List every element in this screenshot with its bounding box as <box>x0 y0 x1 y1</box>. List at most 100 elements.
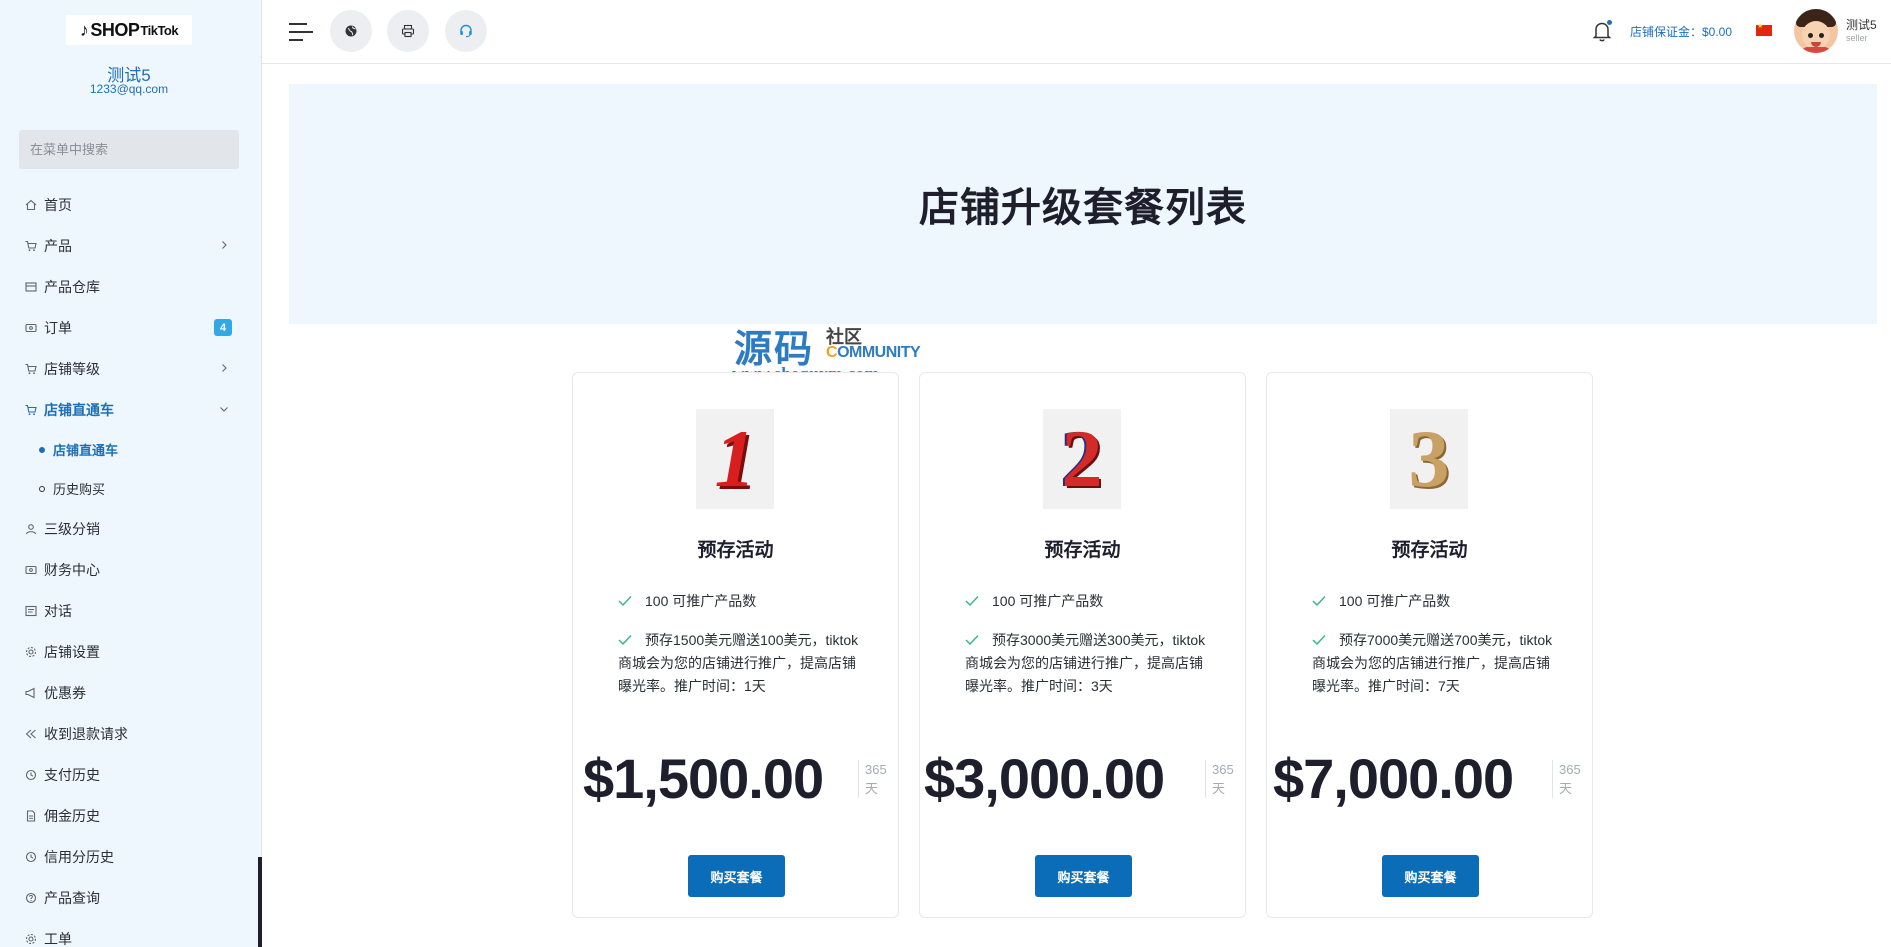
plan-number-image: 2 <box>1043 409 1121 509</box>
plan-card: 3 预存活动 100 可推广产品数 预存7000美元赠送700美元，tiktok… <box>1266 372 1593 918</box>
header-user-name[interactable]: 测试5 <box>1846 16 1877 33</box>
sidebar-item-home[interactable]: 首页 <box>0 184 258 225</box>
page-title: 店铺升级套餐列表 <box>919 186 1247 230</box>
gear-icon <box>25 933 37 945</box>
plan-title: 预存活动 <box>697 540 774 561</box>
sidebar-item-tickets[interactable]: 工单 <box>0 918 258 947</box>
language-globe-button[interactable] <box>330 10 372 52</box>
sidebar-item-shop-level[interactable]: 店铺等级 <box>0 348 258 389</box>
plan-feature: 100 可推广产品数 <box>618 590 863 613</box>
order-icon <box>25 322 37 334</box>
watermark-community-en: COMMUNITY <box>826 344 921 361</box>
plan-feature: 预存7000美元赠送700美元，tiktok商城会为您的店铺进行推广，提高店铺曝… <box>1312 632 1553 694</box>
wallet-icon <box>25 564 37 576</box>
sidebar-item-products[interactable]: 产品 <box>0 225 258 266</box>
plan-price: $3,000.00 <box>924 747 1165 810</box>
plan-period: 365 天 <box>1552 760 1581 798</box>
plan-price: $1,500.00 <box>583 747 824 810</box>
plan-price: $7,000.00 <box>1273 747 1514 810</box>
sidebar-item-label: 优惠券 <box>44 684 86 701</box>
home-icon <box>25 199 37 211</box>
sidebar-item-label: 信用分历史 <box>44 848 114 865</box>
sidebar-item-label: 财务中心 <box>44 561 100 578</box>
sidebar: ♪ SHOP TikTok 测试5 1233@qq.com 首页 产品 产品仓库… <box>0 0 262 947</box>
headset-icon <box>460 24 472 38</box>
orders-count-badge: 4 <box>214 319 232 336</box>
sidebar-item-shop-settings[interactable]: 店铺设置 <box>0 631 258 672</box>
check-icon <box>965 596 979 607</box>
printer-icon <box>401 24 415 38</box>
help-icon <box>25 892 37 904</box>
sidebar-item-product-query[interactable]: 产品查询 <box>0 877 258 918</box>
notification-bell-button[interactable] <box>1591 19 1613 43</box>
sidebar-item-distribution[interactable]: 三级分销 <box>0 508 258 549</box>
check-icon <box>965 635 979 646</box>
buy-plan-button[interactable]: 购买套餐 <box>1382 855 1479 897</box>
sidebar-item-commission-history[interactable]: 佣金历史 <box>0 795 258 836</box>
sidebar-item-label: 产品 <box>44 237 72 254</box>
buy-plan-button[interactable]: 购买套餐 <box>688 855 785 897</box>
check-icon <box>618 596 632 607</box>
sidebar-user-email: 1233@qq.com <box>89 82 169 96</box>
plan-period: 365 天 <box>858 760 887 798</box>
cart-icon <box>25 404 37 416</box>
shop-deposit-label[interactable]: 店铺保证金：$0.00 <box>1630 23 1732 40</box>
sub-item-purchase-history[interactable]: 历史购买 <box>0 469 258 508</box>
shop-logo[interactable]: ♪ SHOP TikTok <box>66 15 192 45</box>
sidebar-item-label: 首页 <box>44 196 72 213</box>
sidebar-item-label: 订单 <box>44 319 72 336</box>
check-icon <box>1312 596 1326 607</box>
plan-feature: 100 可推广产品数 <box>1312 590 1557 613</box>
sidebar-item-label: 佣金历史 <box>44 807 100 824</box>
chevron-down-icon <box>220 407 228 412</box>
sidebar-scrollbar[interactable] <box>258 857 262 947</box>
top-header: 店铺保证金：$0.00 测试5 seller <box>262 0 1891 64</box>
sidebar-item-finance[interactable]: 财务中心 <box>0 549 258 590</box>
sidebar-item-credit-history[interactable]: 信用分历史 <box>0 836 258 877</box>
menu-toggle-icon[interactable] <box>289 22 313 42</box>
sidebar-item-orders[interactable]: 订单 4 <box>0 307 258 348</box>
page-banner: 店铺升级套餐列表 <box>289 84 1877 324</box>
sidebar-item-shop-express[interactable]: 店铺直通车 <box>0 389 258 430</box>
megaphone-icon <box>25 687 37 699</box>
avatar[interactable] <box>1794 9 1838 53</box>
china-flag-icon[interactable] <box>1756 22 1772 36</box>
buy-plan-button[interactable]: 购买套餐 <box>1035 855 1132 897</box>
chat-icon <box>25 605 37 617</box>
notification-dot <box>1606 19 1613 26</box>
plan-feature: 预存1500美元赠送100美元，tiktok商城会为您的店铺进行推广，提高店铺曝… <box>618 632 859 694</box>
customer-service-button[interactable] <box>445 10 487 52</box>
globe-icon <box>345 25 357 37</box>
plan-title: 预存活动 <box>1391 540 1468 561</box>
sidebar-item-chat[interactable]: 对话 <box>0 590 258 631</box>
sub-item-label: 店铺直通车 <box>53 443 119 458</box>
plan-number-image: 1 <box>696 409 774 509</box>
user-icon <box>25 523 37 535</box>
print-button[interactable] <box>387 10 429 52</box>
document-icon <box>25 809 37 822</box>
sidebar-item-label: 店铺设置 <box>44 643 100 660</box>
plan-period: 365 天 <box>1205 760 1234 798</box>
sidebar-item-refunds[interactable]: 收到退款请求 <box>0 713 258 754</box>
plan-card: 1 预存活动 100 可推广产品数 预存1500美元赠送100美元，tiktok… <box>572 372 899 918</box>
refund-icon <box>25 728 37 740</box>
sidebar-item-label: 店铺等级 <box>44 360 100 377</box>
sidebar-item-label: 支付历史 <box>44 766 100 783</box>
sidebar-item-label: 产品仓库 <box>44 278 100 295</box>
plan-feature: 100 可推广产品数 <box>965 590 1210 613</box>
bullet-dot-icon <box>39 446 45 453</box>
sidebar-item-label: 工单 <box>44 930 72 947</box>
logo-suffix: TikTok <box>140 22 179 38</box>
sidebar-item-label: 收到退款请求 <box>44 725 128 742</box>
warehouse-icon <box>25 281 37 293</box>
check-icon <box>1312 635 1326 646</box>
cart-icon <box>25 240 37 252</box>
sidebar-item-payment-history[interactable]: 支付历史 <box>0 754 258 795</box>
sub-item-label: 历史购买 <box>53 482 106 497</box>
logo-text: SHOP <box>90 19 140 40</box>
chevron-right-icon <box>222 364 227 372</box>
sidebar-item-warehouse[interactable]: 产品仓库 <box>0 266 258 307</box>
sub-item-shop-express[interactable]: 店铺直通车 <box>0 430 258 469</box>
menu-search-input[interactable] <box>19 130 239 169</box>
sidebar-item-coupons[interactable]: 优惠券 <box>0 672 258 713</box>
